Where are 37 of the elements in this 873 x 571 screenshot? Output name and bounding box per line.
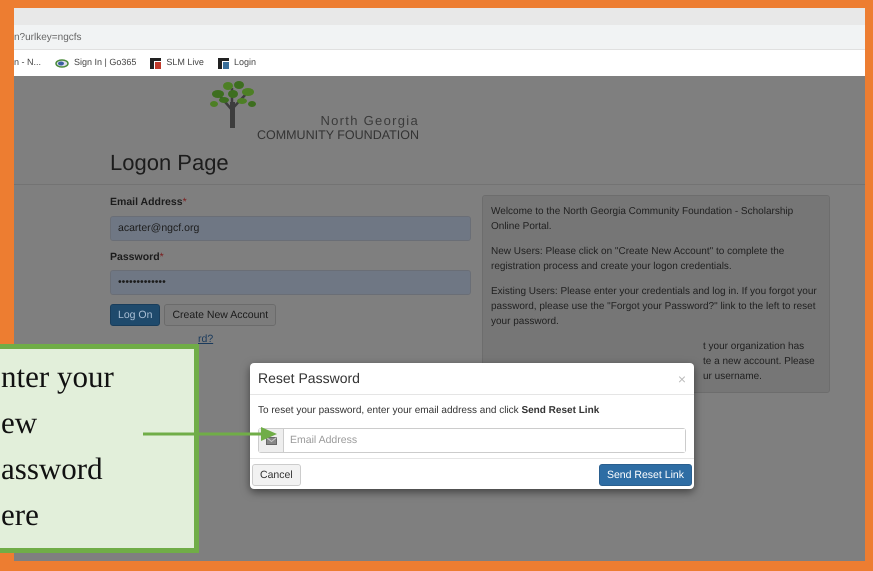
info-paragraph: Welcome to the North Georgia Community Foundation - Scholarship Online Portal. (491, 205, 794, 234)
callout-text-line: ere (1, 496, 39, 534)
bookmark-label: Sign In | Go365 (74, 56, 136, 70)
instructions-text: To reset your password, enter your email address and click Send Reset Link (258, 404, 600, 418)
logo-text: COMMUNITY FOUNDATION (256, 128, 419, 142)
callout-text-line: assword (1, 450, 103, 488)
bookmark-link[interactable]: n - N... (14, 56, 42, 70)
bookmark-label: Login (234, 56, 256, 70)
callout-text-line: ew (1, 404, 38, 442)
tree-logo-icon (208, 80, 258, 128)
bookmark-icon (218, 58, 229, 68)
input-field[interactable]: acarter@ngcf.org (110, 216, 471, 241)
info-paragraph: Existing Users: Please enter your credentials and log in. If you forgot your password, please use the "Forgot your Password?" link to the left to reset your password. (491, 285, 818, 330)
email-field[interactable]: Email Address (258, 428, 686, 453)
create-account-button[interactable]: Create New Account (164, 304, 276, 326)
info-text-line: t your organization has (703, 340, 806, 354)
cancel-button[interactable]: Cancel (252, 464, 301, 486)
bookmark-icon (55, 58, 70, 68)
page-heading: Logon Page (110, 150, 230, 176)
required-marker: * (160, 250, 164, 265)
address-text: n?urlkey=ngcfs (14, 30, 82, 44)
info-text-line: te a new account. Please (703, 355, 816, 370)
input-field[interactable]: ••••••••••••• (110, 270, 471, 295)
callout-text-line: nter your (1, 358, 114, 396)
log-on-button[interactable]: Log On (110, 304, 160, 326)
send-reset-link-button[interactable]: Send Reset Link (598, 464, 692, 486)
logo-text: North Georgia (319, 114, 419, 128)
info-text-line: ur username. (703, 370, 763, 384)
field-label: Password (110, 250, 160, 265)
info-paragraph: New Users: Please click on "Create New Account" to complete the registration process and create your logon credentials. (491, 245, 786, 274)
envelope-icon (266, 436, 276, 444)
bookmark-icon (150, 58, 162, 68)
bookmark-label: SLM Live (166, 56, 204, 70)
field-label: Email Address (110, 195, 183, 210)
dialog-title: Reset Password (258, 369, 360, 388)
forgot-password-link[interactable]: rd? (198, 332, 214, 348)
required-marker: * (182, 195, 187, 210)
